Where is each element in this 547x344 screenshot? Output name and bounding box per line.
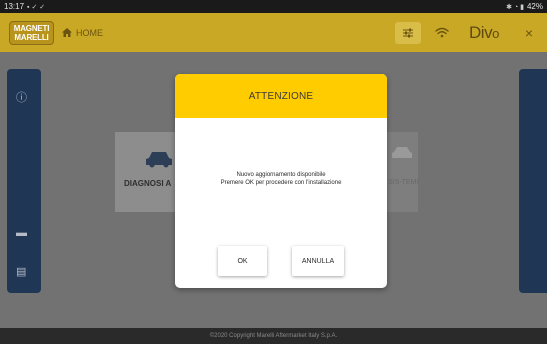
notification-icons: ▪ ✓ ✓: [27, 3, 46, 11]
car-tool-icon: [392, 147, 412, 158]
car-icon: [146, 152, 172, 168]
filter-button[interactable]: [395, 21, 422, 44]
dialog-title: ATTENZIONE: [248, 90, 314, 102]
wifi-icon: [435, 27, 449, 38]
status-bar: 13:17 ▪ ✓ ✓ ✱ ◔ ▮ 42%: [0, 0, 547, 13]
diagnosis-card[interactable]: [115, 132, 179, 212]
brand-main: Div: [469, 22, 493, 42]
dialog-message: Nuovo aggiornamento disponibile Premere …: [175, 171, 387, 187]
document-icon[interactable]: ▤: [16, 265, 26, 278]
diagnosis-card-label: DIAGNOSI A: [124, 179, 172, 188]
brand-suffix: o: [492, 25, 499, 41]
brand-logo: MAGNETI MARELLI: [9, 20, 54, 45]
logo-line1: MAGNETI: [13, 23, 50, 33]
home-icon: [62, 28, 72, 37]
info-icon[interactable]: ⓘ: [16, 89, 27, 105]
copyright-text: ©2020 Copyright Marelli Aftermarket Ital…: [209, 333, 338, 339]
wifi-button[interactable]: [429, 22, 455, 44]
dialog-header: ATTENZIONE: [175, 74, 387, 118]
filter-icon: [403, 28, 414, 37]
logo-line2: MARELLI: [14, 32, 49, 42]
battery-level: 42%: [526, 2, 543, 11]
left-sidebar: ⓘ ▬ ▤: [7, 69, 41, 293]
right-sidebar: [519, 69, 547, 293]
home-label: HOME: [76, 27, 103, 38]
update-dialog: ATTENZIONE Nuovo aggiornamento disponibi…: [175, 74, 387, 288]
status-time: 13:17: [4, 2, 25, 11]
systems-card[interactable]: [385, 132, 418, 212]
product-brand: Divo: [469, 23, 499, 43]
home-link[interactable]: HOME: [62, 28, 103, 38]
dialog-message-line1: Nuovo aggiornamento disponibile: [236, 172, 326, 178]
footer: ©2020 Copyright Marelli Aftermarket Ital…: [0, 328, 547, 344]
signal-icons: ✱ ◔ ▮: [506, 3, 524, 11]
close-icon[interactable]: ×: [525, 25, 533, 41]
cancel-button[interactable]: ANNULLA: [292, 246, 344, 276]
dialog-message-line2: Premere OK per procedere con l'installaz…: [220, 180, 342, 186]
folder-icon[interactable]: ▬: [16, 227, 27, 239]
ok-button[interactable]: OK: [218, 246, 267, 276]
app-header: MAGNETI MARELLI HOME Divo ×: [0, 13, 547, 52]
systems-card-label: SIS-TEMI: [388, 179, 419, 186]
